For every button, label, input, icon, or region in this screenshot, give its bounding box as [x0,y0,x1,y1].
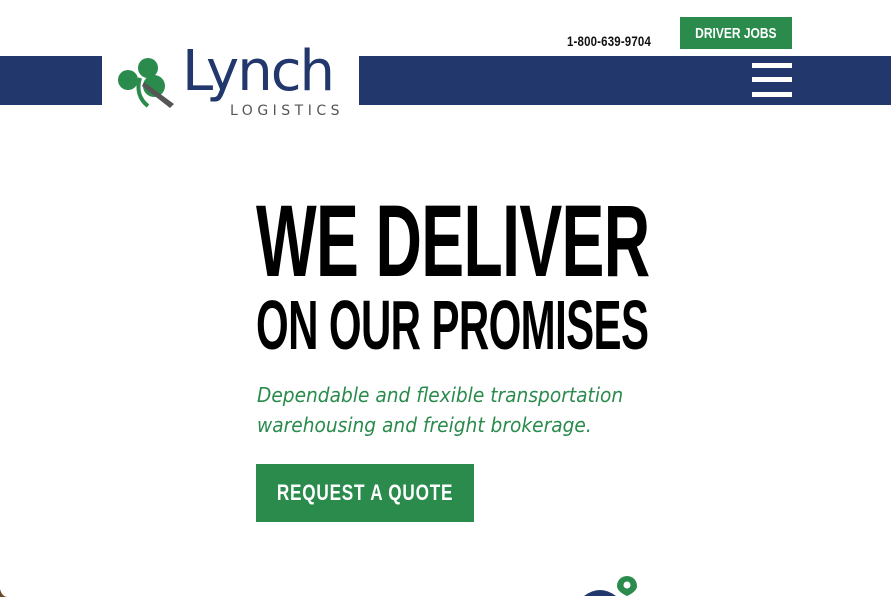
driver-jobs-button[interactable]: DRIVER JOBS [680,17,792,49]
request-quote-button[interactable]: REQUEST A QUOTE [256,464,474,522]
phone-number-link[interactable]: 1-800-639-9704 [567,34,651,48]
hero-title: WE DELIVER [256,184,650,298]
tagline-line-1: Dependable and flexible transportation [257,383,624,407]
logo-wordmark: Lynch [182,39,335,104]
hero-tagline: Dependable and flexible transportation w… [257,380,677,440]
nav-bar-left [0,56,102,105]
request-quote-label: REQUEST A QUOTE [276,480,454,505]
logo-subtitle: LOGISTICS [230,103,345,119]
hero-subtitle: ON OUR PROMISES [256,286,649,364]
driver-jobs-label: DRIVER JOBS [695,24,777,42]
nav-bar-right [359,56,891,105]
site-logo[interactable]: Lynch LOGISTICS [114,44,350,124]
clover-icon [118,58,174,108]
map-pin-icon [584,576,637,596]
hamburger-menu-icon[interactable] [752,63,792,99]
tagline-line-2: warehousing and freight brokerage. [257,413,592,437]
corner-decoration [0,584,8,597]
